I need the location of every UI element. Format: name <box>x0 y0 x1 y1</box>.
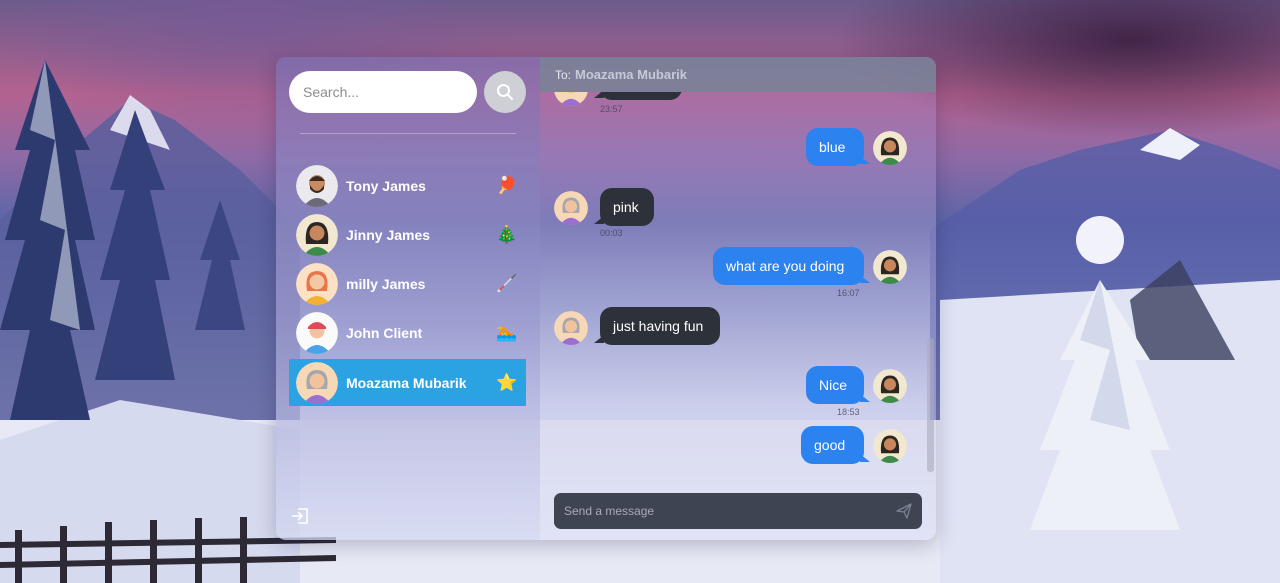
contact-item-john-client[interactable]: John Client 🏊 <box>289 309 526 356</box>
avatar <box>296 164 338 207</box>
message-text: Nice <box>819 377 848 393</box>
search-icon <box>497 84 513 100</box>
chat-app-panel: Tony James 🏓 Jinny James 🎄 milly James 🦯… <box>276 57 936 540</box>
sidebar: Tony James 🏓 Jinny James 🎄 milly James 🦯… <box>276 57 540 540</box>
avatar <box>873 250 907 284</box>
scrollbar-thumb[interactable] <box>927 338 934 472</box>
avatar <box>296 311 338 354</box>
message-bubble-outgoing: Nice <box>806 366 870 404</box>
to-label: To: <box>555 67 572 82</box>
message-text: what are you doing <box>726 258 845 274</box>
christmas-tree-icon: 🎄 <box>496 224 518 244</box>
message-bubble-incoming <box>594 92 682 100</box>
search-input[interactable] <box>289 71 477 113</box>
avatar <box>554 191 588 225</box>
send-icon[interactable] <box>896 503 912 519</box>
swimmer-icon: 🏊 <box>496 322 518 342</box>
logout-icon[interactable] <box>290 506 310 526</box>
message-time: 00:03 <box>600 228 623 238</box>
chat-panel: To: Moazama Mubarik 23:57 blue pink 00:0… <box>540 57 936 540</box>
avatar <box>873 369 907 403</box>
message-list[interactable]: 23:57 blue pink 00:03 what are you doing… <box>540 92 936 492</box>
message-bubble-incoming: pink <box>594 188 654 226</box>
message-scrollbar[interactable] <box>927 98 934 478</box>
contact-item-jinny-james[interactable]: Jinny James 🎄 <box>289 211 526 258</box>
star-icon: ⭐ <box>496 372 518 392</box>
contact-name: milly James <box>346 275 426 292</box>
sidebar-divider <box>300 133 516 134</box>
avatar <box>296 262 338 305</box>
message-text: just having fun <box>613 318 704 334</box>
message-bubble-outgoing: blue <box>806 128 870 166</box>
chat-header: To: Moazama Mubarik <box>540 57 936 92</box>
message-bubble-outgoing: good <box>801 426 870 464</box>
search-button[interactable] <box>484 71 526 113</box>
message-text: blue <box>819 139 846 155</box>
avatar <box>554 92 588 106</box>
message-time: 16:07 <box>837 288 860 298</box>
avatar <box>873 429 907 463</box>
avatar <box>296 213 338 256</box>
ping-pong-icon: 🏓 <box>496 175 518 195</box>
contact-item-moazama-mubarik[interactable]: Moazama Mubarik ⭐ <box>289 359 526 406</box>
message-time: 23:57 <box>600 104 623 114</box>
contact-item-tony-james[interactable]: Tony James 🏓 <box>289 162 526 209</box>
recipient-name: Moazama Mubarik <box>575 67 687 82</box>
avatar <box>554 311 588 345</box>
message-bubble-outgoing: what are you doing <box>713 247 870 285</box>
contact-name: John Client <box>346 324 423 341</box>
avatar <box>873 131 907 165</box>
contact-name: Jinny James <box>346 226 431 243</box>
message-time: 18:53 <box>837 407 860 417</box>
avatar <box>296 361 338 404</box>
message-text: good <box>814 437 846 453</box>
contact-item-milly-james[interactable]: milly James 🦯 <box>289 260 526 307</box>
cane-icon: 🦯 <box>496 273 518 293</box>
contact-name: Moazama Mubarik <box>346 374 467 391</box>
message-text: pink <box>613 199 639 215</box>
message-bubble-incoming: just having fun <box>594 307 720 345</box>
message-composer <box>554 493 922 529</box>
contact-name: Tony James <box>346 177 426 194</box>
message-input[interactable] <box>554 493 904 529</box>
